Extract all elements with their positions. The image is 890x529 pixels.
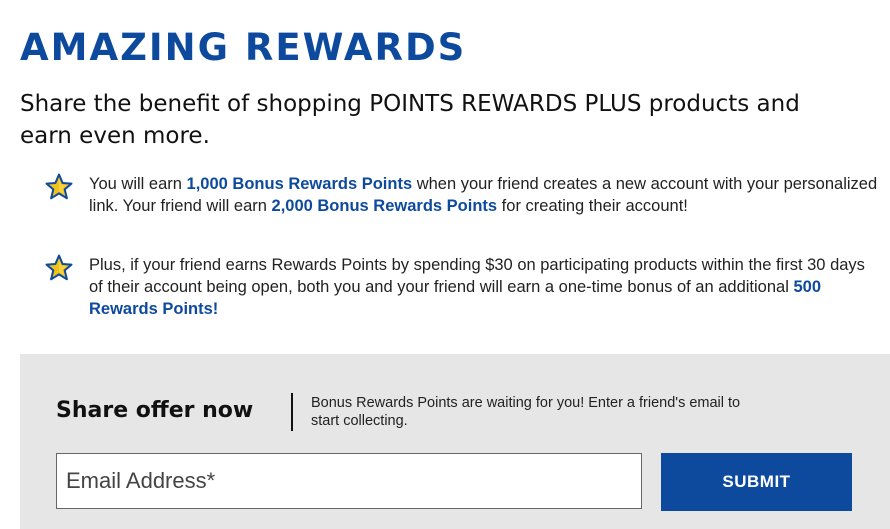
star-icon bbox=[45, 173, 73, 201]
benefit-text-part: You will earn bbox=[89, 175, 187, 193]
submit-button[interactable]: SUBMIT bbox=[661, 453, 852, 511]
page-title: AMAZING REWARDS bbox=[20, 26, 467, 69]
share-heading: Share offer now bbox=[56, 398, 254, 423]
email-input[interactable] bbox=[57, 468, 641, 494]
share-offer-panel: Share offer now Bonus Rewards Points are… bbox=[20, 354, 890, 529]
benefit-text-part: for creating their account! bbox=[497, 197, 688, 215]
page-subtitle: Share the benefit of shopping POINTS REW… bbox=[20, 91, 800, 149]
vertical-divider bbox=[291, 393, 293, 431]
benefit-text: You will earn 1,000 Bonus Rewards Points… bbox=[89, 173, 880, 217]
star-icon bbox=[45, 254, 73, 282]
share-description: Bonus Rewards Points are waiting for you… bbox=[311, 395, 741, 429]
benefit-highlight: 1,000 Bonus Rewards Points bbox=[186, 175, 413, 193]
benefit-highlight: 2,000 Bonus Rewards Points bbox=[271, 197, 498, 215]
benefit-item-spend-bonus: Plus, if your friend earns Rewards Point… bbox=[45, 254, 880, 320]
benefit-item-signup: You will earn 1,000 Bonus Rewards Points… bbox=[45, 173, 880, 217]
email-field[interactable] bbox=[56, 453, 642, 509]
benefit-text-part: Plus, if your friend earns Rewards Point… bbox=[89, 256, 865, 296]
benefit-text: Plus, if your friend earns Rewards Point… bbox=[89, 254, 880, 320]
